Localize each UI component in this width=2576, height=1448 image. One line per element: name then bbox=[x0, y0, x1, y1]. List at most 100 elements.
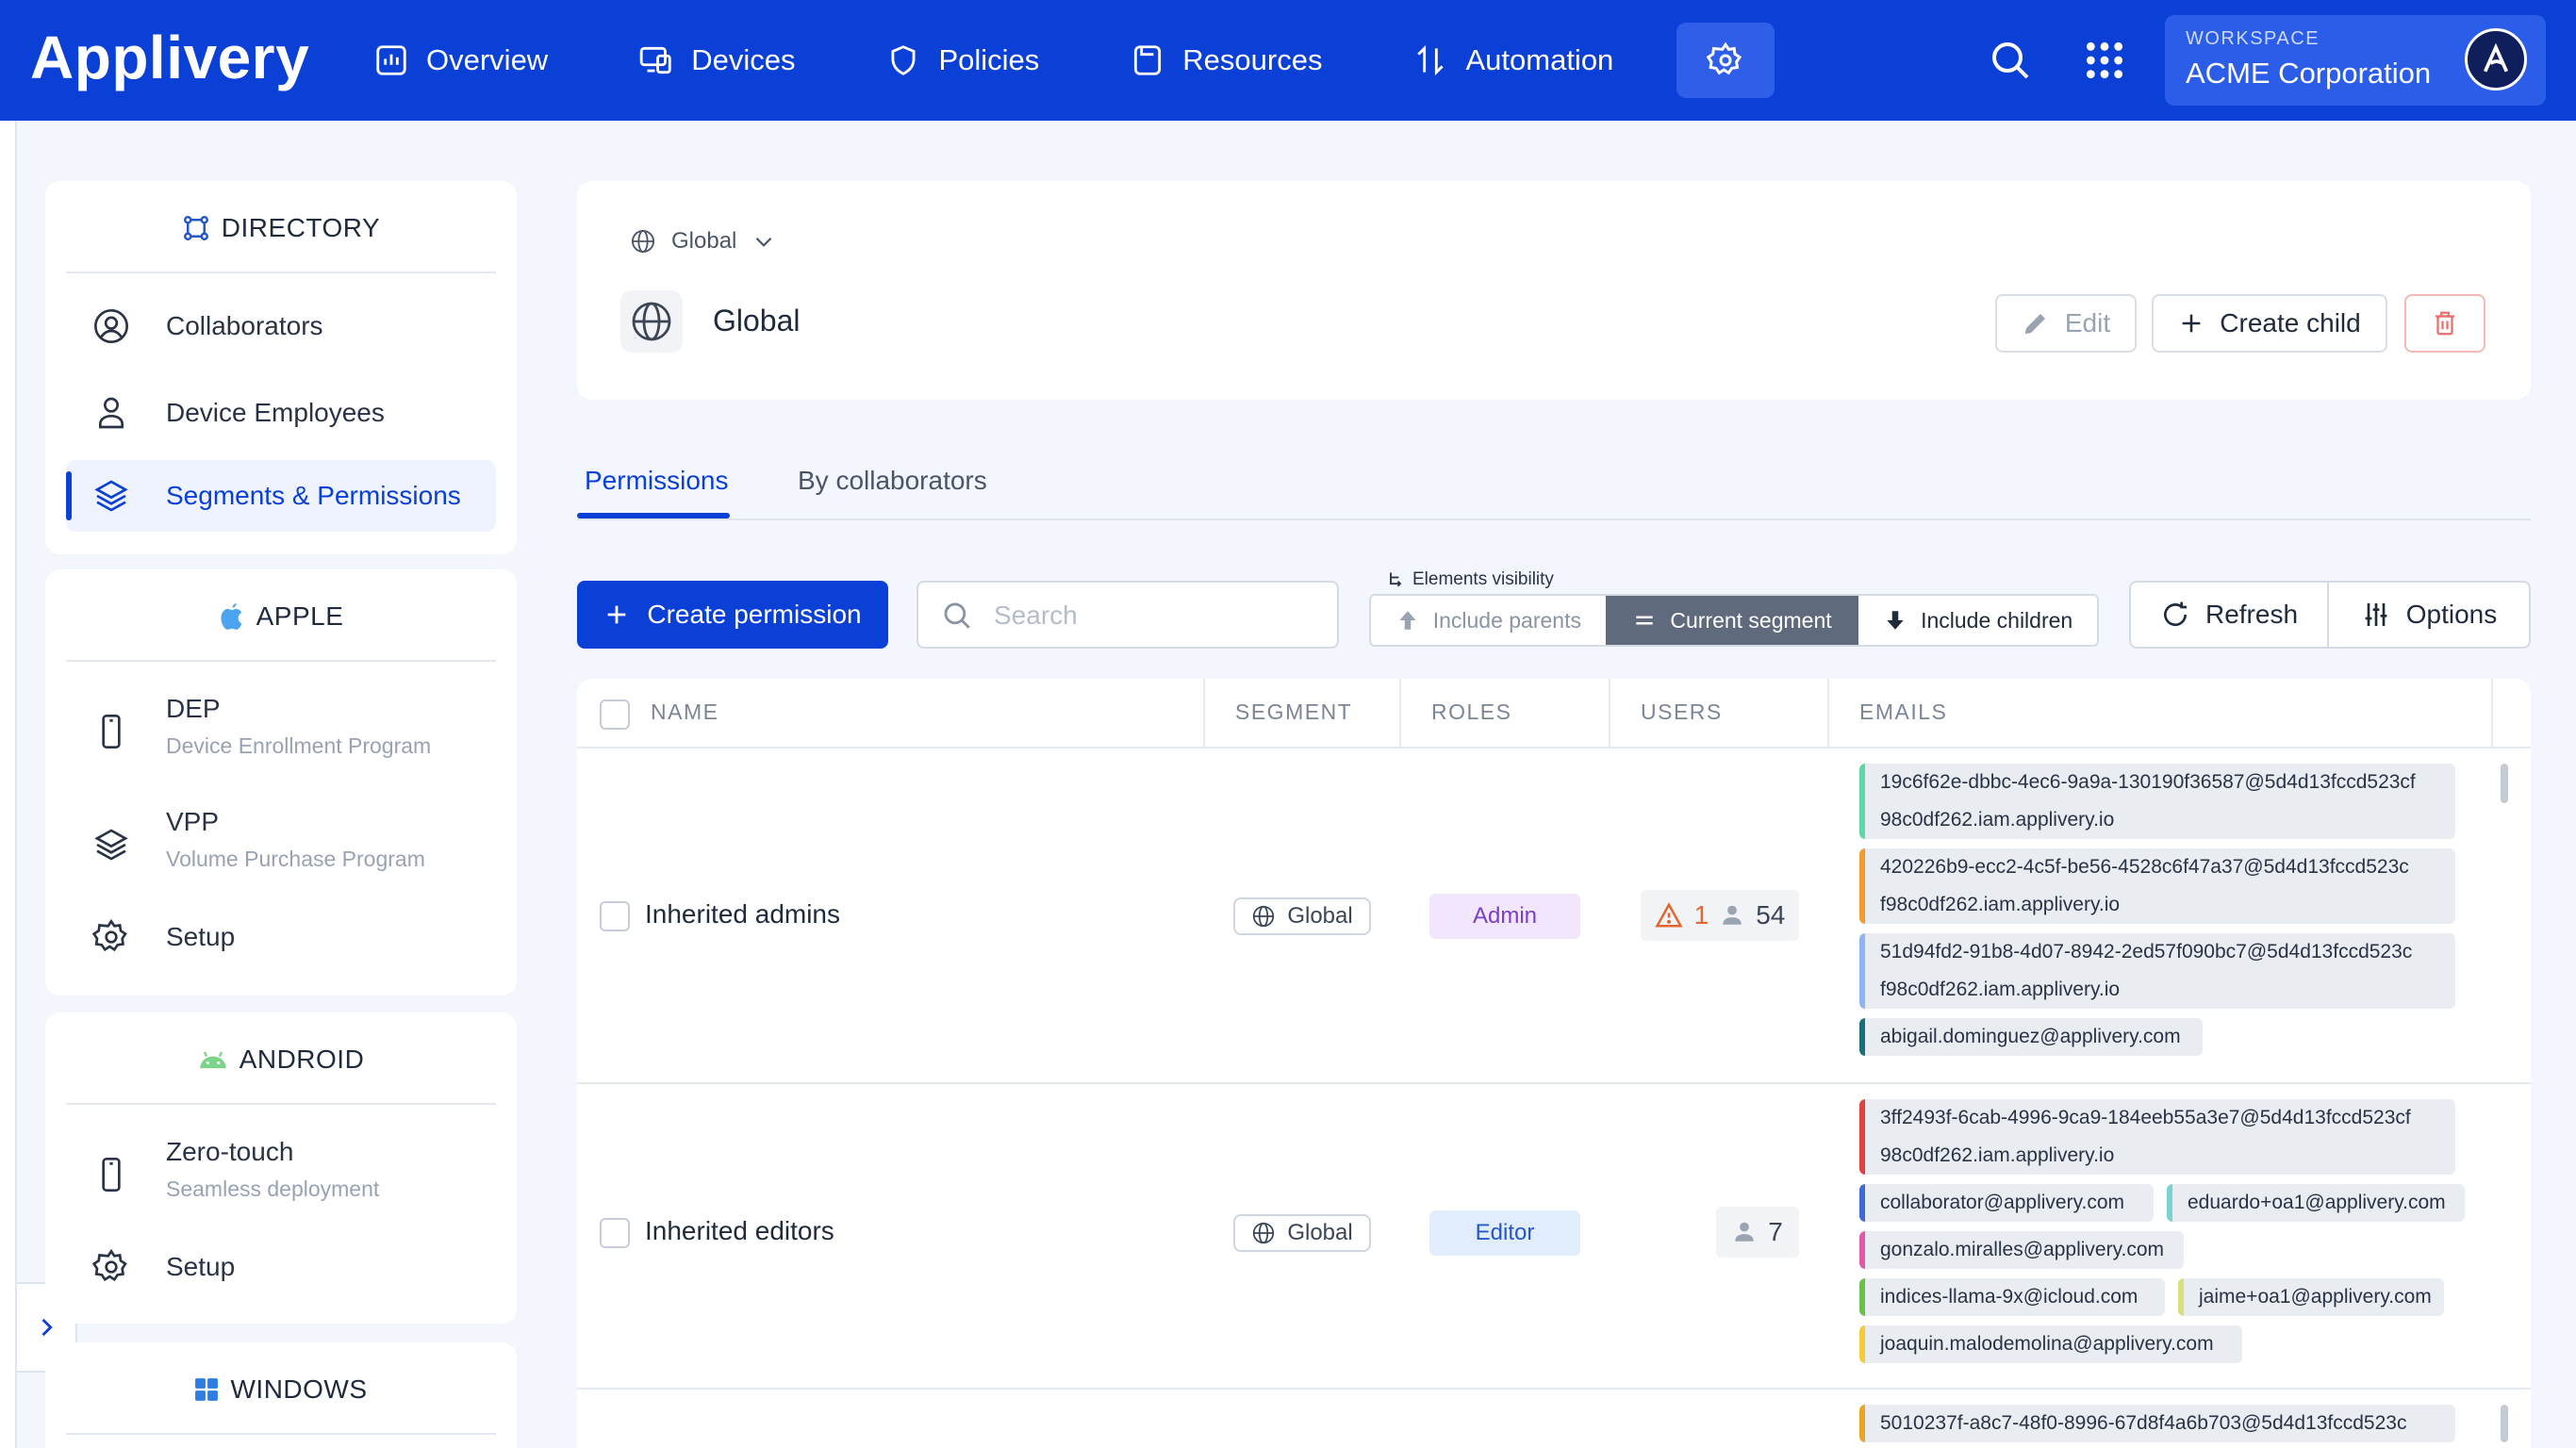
email-tag: collaborator@applivery.com bbox=[1859, 1184, 2154, 1222]
sidebar-item-dep[interactable]: DEP Device Enrollment Program bbox=[66, 686, 496, 777]
role-badge-editor: Editor bbox=[1429, 1210, 1580, 1256]
user-icon bbox=[92, 394, 130, 432]
workspace-switcher[interactable]: WORKSPACE ACME Corporation bbox=[2165, 15, 2546, 106]
column-divider bbox=[1203, 679, 1205, 749]
globe-icon bbox=[1251, 904, 1276, 929]
sidebar-item-label: Collaborators bbox=[166, 311, 323, 341]
option-label: Include parents bbox=[1433, 608, 1581, 634]
nav-overview[interactable]: Overview bbox=[373, 42, 548, 78]
sidebar-item-android-setup[interactable]: Setup bbox=[66, 1231, 496, 1303]
column-divider bbox=[1827, 679, 1829, 749]
column-divider bbox=[1399, 679, 1401, 749]
create-permission-button[interactable]: Create permission bbox=[577, 581, 888, 649]
divider bbox=[66, 660, 496, 662]
gear-icon bbox=[92, 918, 130, 956]
arrow-up-icon bbox=[1395, 608, 1420, 633]
sliders-icon bbox=[2361, 600, 2391, 630]
email-text: f98c0df262.iam.applivery.io bbox=[1880, 971, 2442, 1009]
users-count: 7 bbox=[1716, 1207, 1799, 1258]
search-icon[interactable] bbox=[1988, 38, 2033, 83]
search-box[interactable] bbox=[916, 581, 1339, 649]
avatar[interactable] bbox=[2465, 28, 2527, 90]
column-header-users[interactable]: USERS bbox=[1641, 699, 1723, 725]
refresh-button[interactable]: Refresh bbox=[2131, 583, 2329, 647]
gear-icon bbox=[92, 1248, 130, 1286]
create-child-button[interactable]: Create child bbox=[2152, 294, 2387, 353]
page-title: Global bbox=[713, 304, 801, 338]
column-header-segment[interactable]: SEGMENT bbox=[1235, 699, 1352, 725]
android-title: ANDROID bbox=[239, 1045, 365, 1075]
sidebar-item-collaborators[interactable]: Collaborators bbox=[66, 290, 496, 362]
row-checkbox[interactable] bbox=[600, 1218, 630, 1248]
options-button[interactable]: Options bbox=[2329, 583, 2529, 647]
table-row[interactable]: Inherited admins Global Admin 1 54 19c6f… bbox=[577, 749, 2531, 1084]
segment-header: Global Global Edit Create child bbox=[577, 181, 2531, 400]
column-divider bbox=[1609, 679, 1610, 749]
delete-button[interactable] bbox=[2404, 294, 2485, 353]
nav-devices[interactable]: Devices bbox=[638, 42, 795, 78]
nav-resources[interactable]: Resources bbox=[1130, 42, 1322, 78]
folder-icon bbox=[1130, 42, 1165, 78]
column-header-emails[interactable]: EMAILS bbox=[1859, 699, 1947, 725]
sidebar-item-label: Setup bbox=[166, 922, 235, 952]
email-scrollbar[interactable] bbox=[2501, 764, 2508, 803]
email-text: abigail.dominguez@applivery.com bbox=[1880, 1026, 2181, 1047]
email-text: eduardo+oa1@applivery.com bbox=[2188, 1192, 2446, 1213]
visibility-label: Elements visibility bbox=[1386, 569, 1554, 590]
visibility-toggle: Include parents Current segment Include … bbox=[1369, 594, 2099, 647]
table-actions: Refresh Options bbox=[2129, 581, 2531, 649]
grid-icon[interactable] bbox=[2084, 40, 2125, 81]
settings-button[interactable] bbox=[1676, 23, 1775, 98]
column-header-name[interactable]: NAME bbox=[651, 699, 718, 725]
email-tag: 3ff2493f-6cab-4996-9ca9-184eeb55a3e7@5d4… bbox=[1859, 1099, 2455, 1175]
row-checkbox[interactable] bbox=[600, 901, 630, 931]
nav-label: Policies bbox=[938, 43, 1039, 77]
plus-icon bbox=[603, 601, 630, 628]
edit-button[interactable]: Edit bbox=[1995, 294, 2137, 353]
column-divider bbox=[2491, 679, 2493, 749]
search-input[interactable] bbox=[994, 594, 1314, 637]
tab-permissions[interactable]: Permissions bbox=[585, 466, 728, 496]
breadcrumb[interactable]: Global bbox=[630, 228, 776, 255]
globe-icon bbox=[1251, 1221, 1276, 1245]
current-segment-option[interactable]: Current segment bbox=[1606, 596, 1859, 645]
email-tag: abigail.dominguez@applivery.com bbox=[1859, 1018, 2203, 1056]
windows-title: WINDOWS bbox=[230, 1374, 367, 1405]
sidebar-item-vpp[interactable]: VPP Volume Purchase Program bbox=[66, 799, 496, 890]
email-scrollbar[interactable] bbox=[2501, 1405, 2508, 1442]
tab-by-collaborators[interactable]: By collaborators bbox=[798, 466, 987, 496]
include-parents-option[interactable]: Include parents bbox=[1371, 596, 1606, 645]
app-logo[interactable]: Applivery bbox=[30, 23, 309, 92]
divider bbox=[66, 1103, 496, 1105]
sidebar-item-label: Segments & Permissions bbox=[166, 481, 461, 511]
android-card: ANDROID Zero-touch Seamless deployment S… bbox=[45, 1012, 517, 1324]
email-text: jaime+oa1@applivery.com bbox=[2199, 1286, 2432, 1308]
divider bbox=[66, 272, 496, 273]
select-all-checkbox[interactable] bbox=[600, 699, 630, 730]
user-icon bbox=[1732, 1220, 1757, 1244]
nav-automation[interactable]: Automation bbox=[1412, 42, 1613, 78]
column-header-roles[interactable]: ROLES bbox=[1431, 699, 1511, 725]
arrow-down-icon bbox=[1883, 608, 1907, 633]
apple-card: APPLE DEP Device Enrollment Program VPP … bbox=[45, 569, 517, 996]
windows-heading: WINDOWS bbox=[45, 1374, 517, 1405]
include-children-option[interactable]: Include children bbox=[1858, 596, 2097, 645]
sidebar-item-segments-permissions[interactable]: Segments & Permissions bbox=[66, 460, 496, 532]
sidebar-item-zero-touch[interactable]: Zero-touch Seamless deployment bbox=[66, 1129, 496, 1220]
sidebar-item-apple-setup[interactable]: Setup bbox=[66, 901, 496, 973]
nav-policies[interactable]: Policies bbox=[885, 42, 1039, 78]
phone-icon bbox=[92, 713, 130, 750]
user-icon bbox=[1720, 903, 1744, 928]
email-tag: 51d94fd2-91b8-4d07-8942-2ed57f090bc7@5d4… bbox=[1859, 933, 2455, 1009]
sidebar-item-sublabel: Seamless deployment bbox=[166, 1176, 379, 1202]
email-text: joaquin.malodemolina@applivery.com bbox=[1880, 1333, 2214, 1355]
chart-icon bbox=[373, 42, 409, 78]
user-circle-icon bbox=[92, 307, 130, 345]
table-row[interactable]: 5010237f-a8c7-48f0-8996-67d8f4a6b703@5d4… bbox=[577, 1390, 2531, 1448]
email-text: 5010237f-a8c7-48f0-8996-67d8f4a6b703@5d4… bbox=[1880, 1412, 2406, 1434]
segment-chip-label: Global bbox=[1287, 1220, 1352, 1246]
email-tag: gonzalo.miralles@applivery.com bbox=[1859, 1231, 2184, 1269]
refresh-label: Refresh bbox=[2205, 600, 2298, 630]
sidebar-item-device-employees[interactable]: Device Employees bbox=[66, 377, 496, 449]
table-row[interactable]: Inherited editors Global Editor 7 3ff249… bbox=[577, 1084, 2531, 1390]
